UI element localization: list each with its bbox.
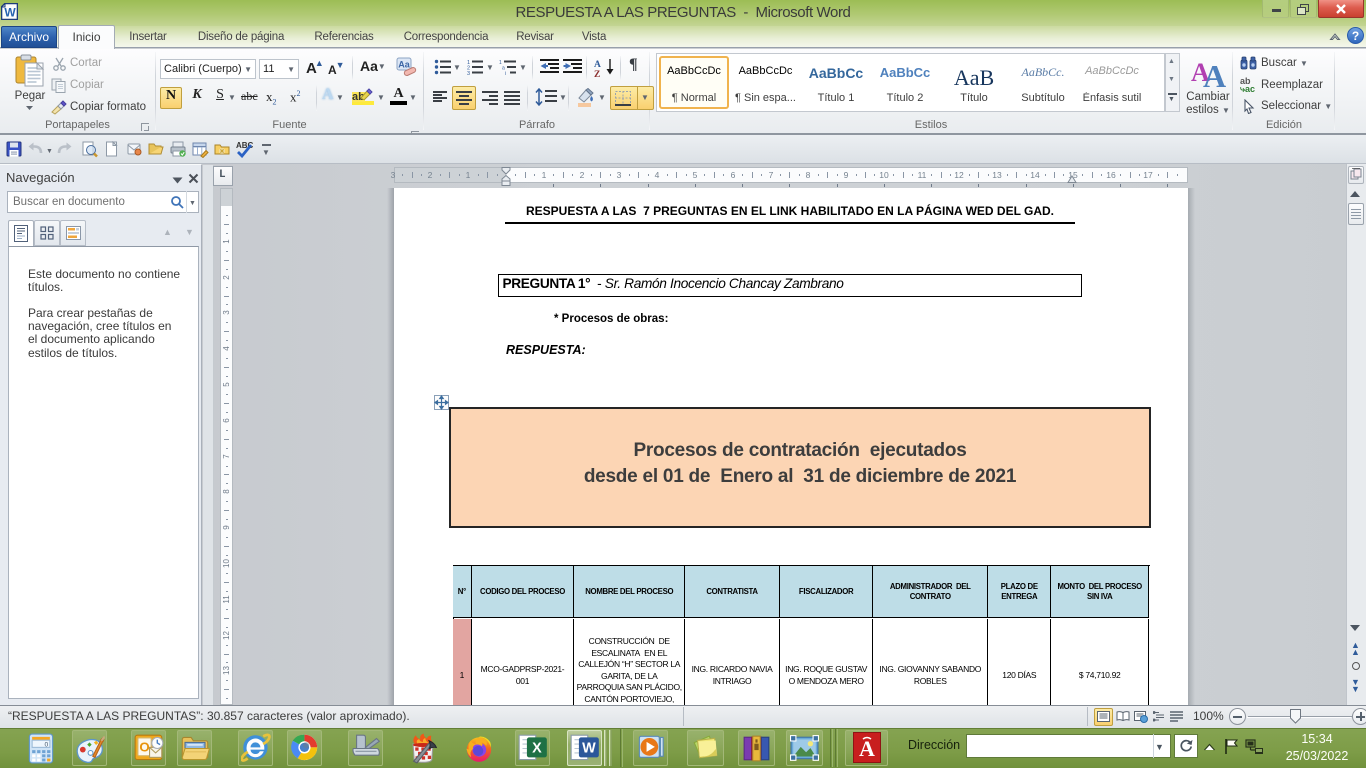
svg-text:A: A [1203, 58, 1226, 89]
svg-text:X: X [532, 740, 542, 756]
svg-text:A: A [859, 736, 875, 761]
svg-text:i: i [505, 71, 506, 75]
svg-text:3: 3 [467, 71, 470, 75]
svg-text:Aa: Aa [398, 60, 410, 70]
svg-text:W: W [582, 740, 596, 756]
svg-text:O: O [139, 739, 149, 754]
svg-text:0: 0 [45, 741, 49, 748]
